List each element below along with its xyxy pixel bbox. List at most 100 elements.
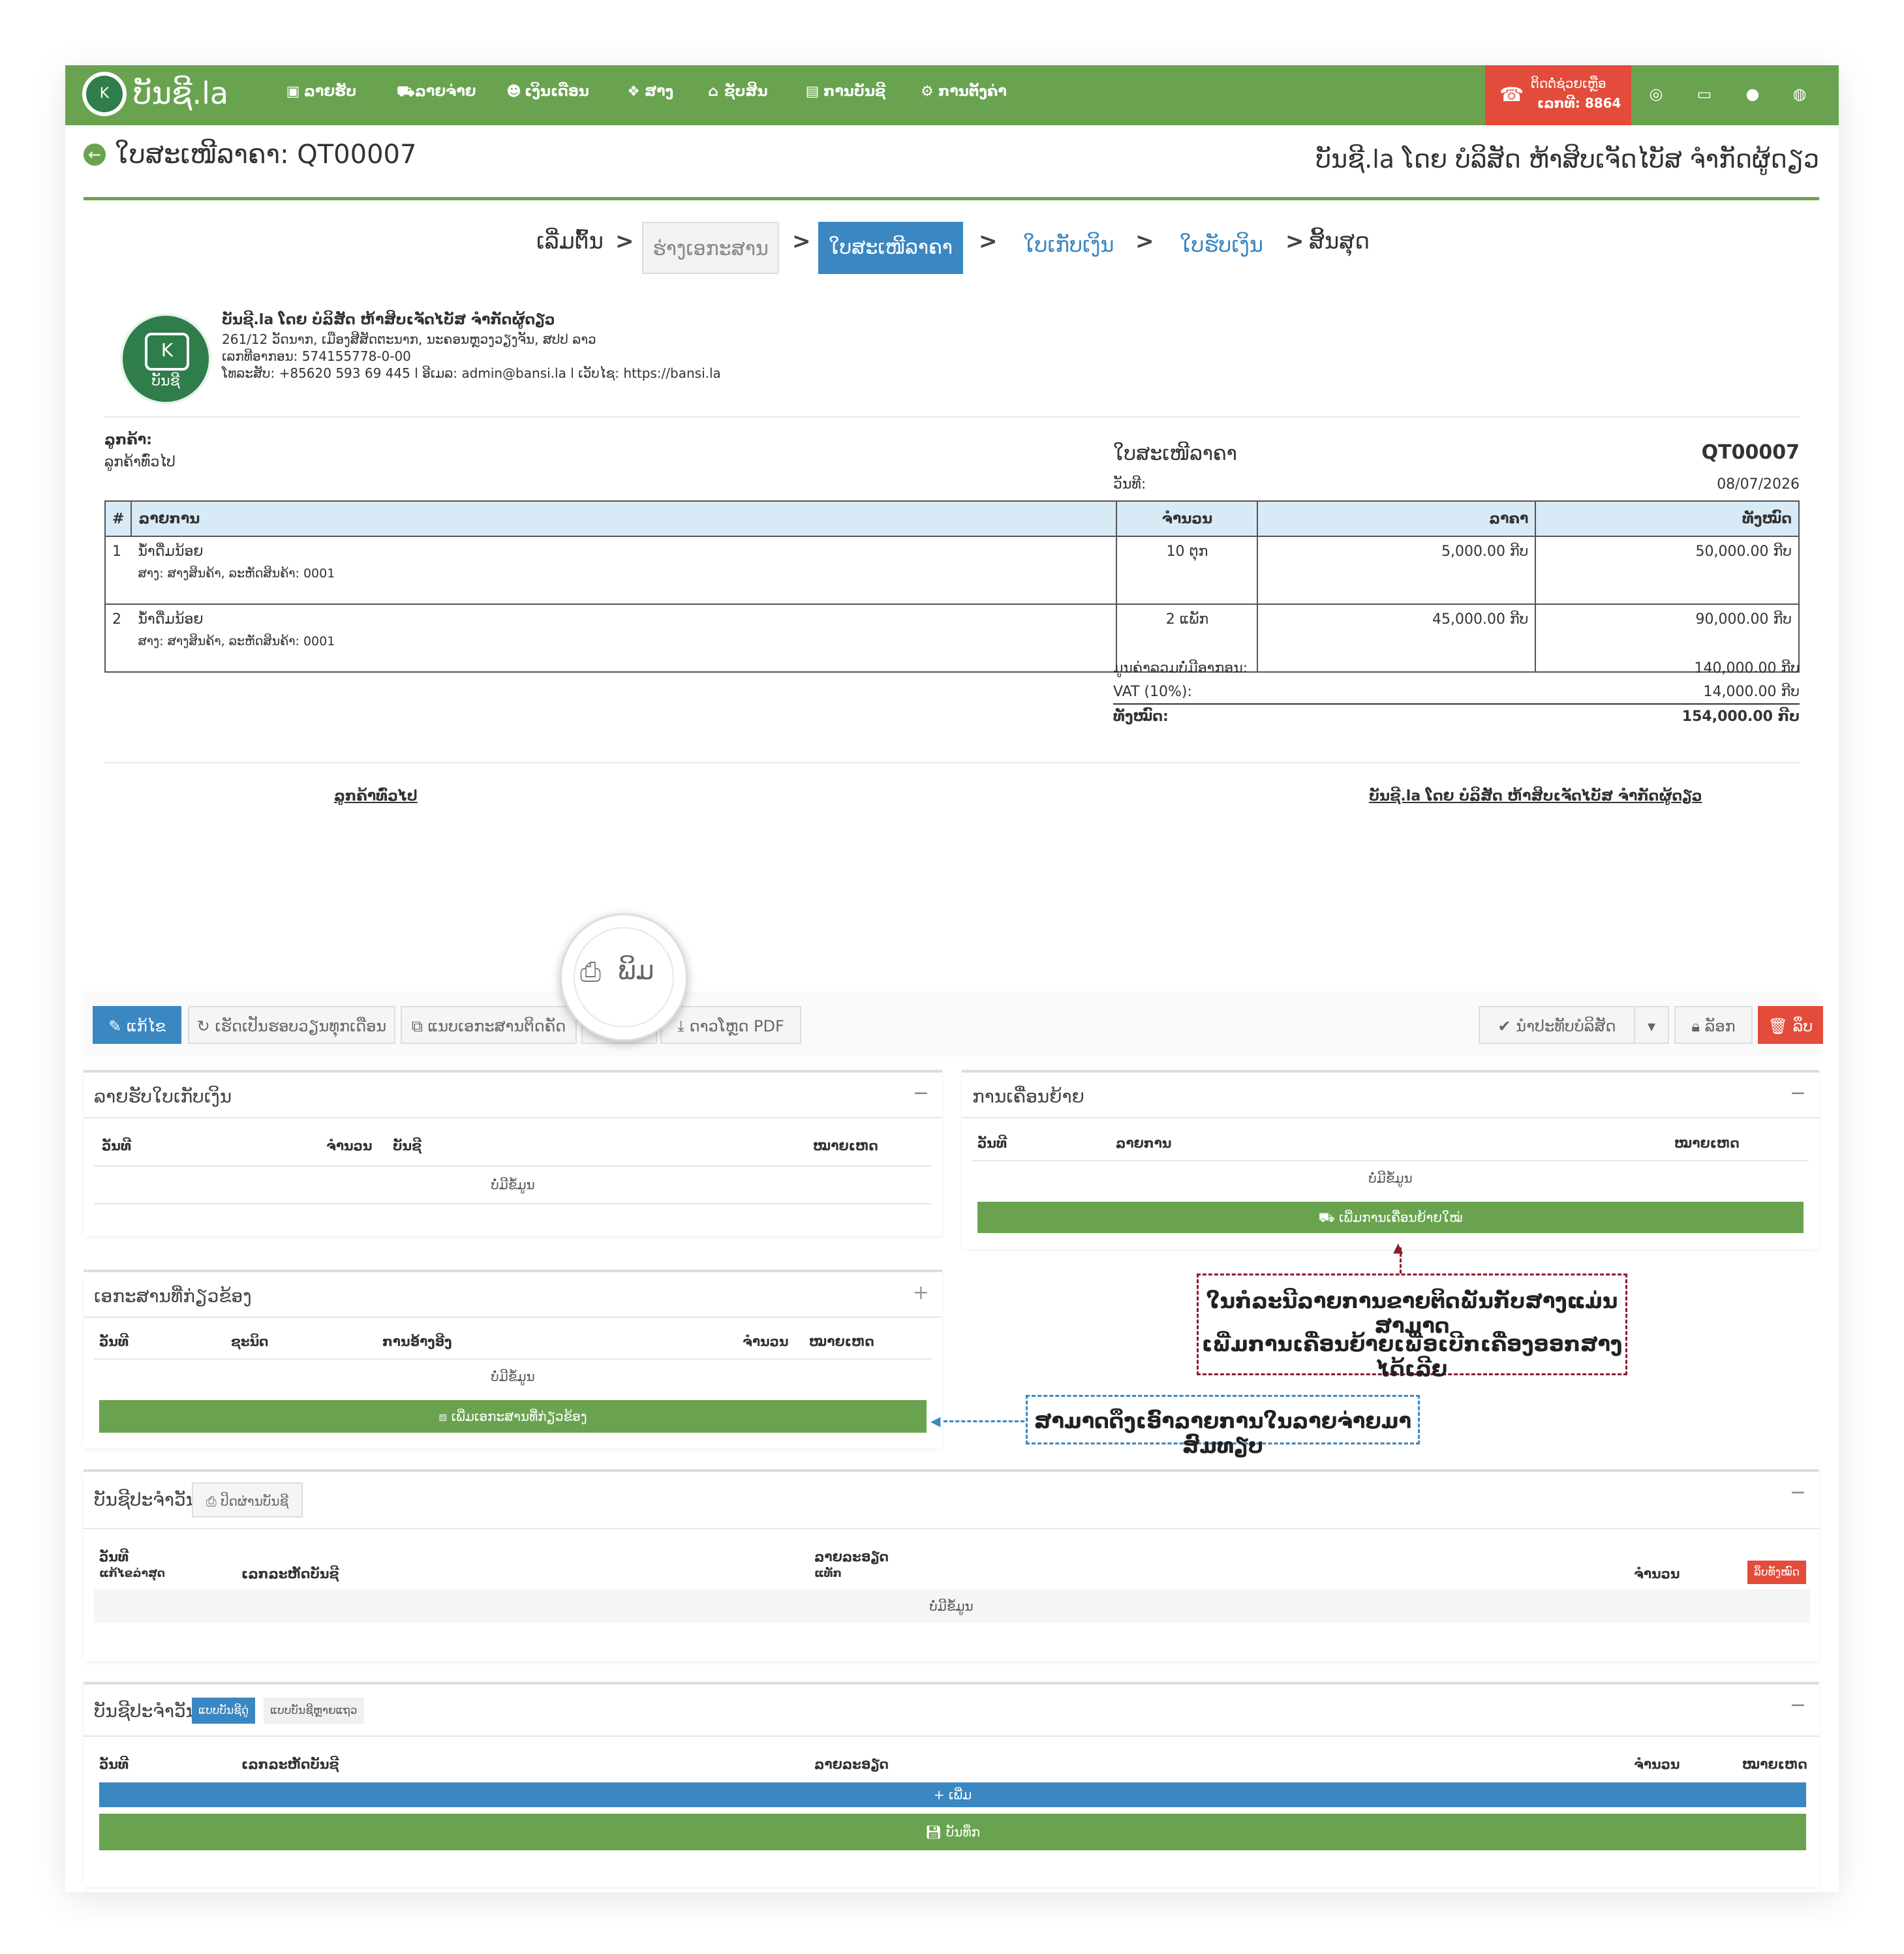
row-item: ນ້ຳດື່ມນ້ອຍ ສາງ: ສາງສິນຄ້າ, ລະຫັດສິນຄ້າ:… [131,536,1118,605]
logo-caption: ບັນຊີ [151,373,180,389]
subtotal-label: ມູນຄ່າລວມບໍ່ມີອາກອນ: [1113,660,1248,677]
vat-label: VAT (10%): [1113,684,1192,700]
add-movement-button[interactable]: ⛟ ເພີ່ມການເຄື່ອນຍ້າຍໃໝ່ [977,1202,1804,1233]
expand-icon[interactable]: + [913,1281,929,1304]
delete-all-button[interactable]: ລຶບທັງໝົດ [1747,1561,1806,1584]
signature-company: ບັນຊີ.la ໂດຍ ບໍລິສັດ ຫ້າສິບເຈັດໄບັສ ຈຳກັ… [1369,788,1702,804]
nav-settings[interactable]: ⚙ ການຕັ້ງຄ່າ [920,84,1007,100]
step-end: ສິ້ນສຸດ [1309,228,1370,254]
col-date-sub: ແກ້ໄຂລ່າສຸດ [99,1567,166,1580]
col-detail: ລາຍລະອຽດ [814,1549,889,1565]
total-value: 154,000.00 ກີບ [1681,709,1800,725]
step-draft[interactable]: ຮ່າງເອກະສານ [642,222,779,274]
add-row-button[interactable]: + ເພີ່ມ [99,1782,1806,1807]
customer-label: ລູກຄ້າ: [104,432,152,448]
attach-label: ແນບເອກະສານຕິດຄັດ [427,1017,566,1035]
col-account: ບັນຊີ [393,1138,422,1153]
income-panel: ລາຍຮັບໃບເກັບເງິນ − ວັນທີ ຈຳນວນ ບັນຊີ ໝາຍ… [84,1070,942,1236]
doc-number: QT00007 [1701,441,1800,464]
save-label: ບັນທຶກ [945,1824,980,1840]
col-account-code: ເລກລະຫັດບັນຊີ [241,1756,339,1772]
date-label: ວັນທີ: [1113,476,1146,493]
items-table: # ລາຍການ ຈຳນວນ ລາຄາ ທັງໝົດ 1 ນ້ຳດື່ມນ້ອຍ… [104,500,1800,673]
row-price: 45,000.00 ກີບ [1257,603,1537,673]
nav-expense[interactable]: ⛟ລາຍຈ່າຍ [397,84,476,102]
attach-button[interactable]: ⧉ ແນບເອກະສານຕິດຄັດ [401,1006,577,1044]
collapse-icon[interactable]: − [1790,1481,1806,1504]
download-pdf-button[interactable]: ⤓ ດາວໂຫຼດ PDF [660,1006,801,1044]
tab-multi-row[interactable]: ແບບບັນຊີຫຼາຍແຖວ [264,1698,364,1724]
nav-label: ຊັບສິນ [724,84,768,100]
nav-income[interactable]: ▣ ລາຍຮັບ [286,84,357,100]
step-start: ເລີ່ມຕົ້ນ [536,228,604,254]
collapse-icon[interactable]: − [913,1082,929,1105]
row-no: 2 [104,603,132,673]
col-date: ວັນທີ [99,1549,129,1565]
recurring-label: ເຮັດເປັນຮອບວຽນທຸກເດືອນ [215,1017,387,1035]
caret-down-icon: ▾ [1647,1017,1656,1035]
help-contact-button[interactable]: ☎ ຕິດຕໍ່ຊ່ວຍເຫຼືອ ເລກທີ: 8864 [1485,65,1631,125]
nav-accounting[interactable]: ▤ ການບັນຊີ [805,84,886,100]
save-button[interactable]: 💾︎ ບັນທຶກ [99,1814,1806,1850]
nav-payroll[interactable]: ☻ ເງິນເດືອນ [506,84,589,100]
step-invoice[interactable]: ໃບເກັບເງິນ [1023,232,1114,257]
pdf-label: ດາວໂຫຼດ PDF [689,1017,784,1035]
step-receipt[interactable]: ໃບຮັບເງິນ [1180,232,1263,257]
whatsapp-icon[interactable]: ◎ [1646,85,1666,106]
step-quotation[interactable]: ໃບສະເໜີລາຄາ [818,222,963,274]
callout-line1: ໃນກໍລະນີລາຍການຂາຍຕິດພັນກັບສາງແມ່ນສາມາດ [1206,1289,1618,1338]
print-zoom-bubble[interactable]: ⎙ ພິມ [560,913,688,1041]
row-item: ນ້ຳດື່ມນ້ອຍ ສາງ: ສາງສິນຄ້າ, ລະຫັດສິນຄ້າ:… [131,603,1118,673]
recurring-button[interactable]: ↻ ເຮັດເປັນຮອບວຽນທຸກເດືອນ [188,1006,395,1044]
lock-icon: 🔒︎ [1691,1017,1705,1035]
dropdown-toggle[interactable]: ▾ [1634,1006,1669,1044]
book-icon: ▤ [805,84,820,100]
subtotal-value: 140,000.00 ກີບ [1694,660,1800,677]
panel-title: ລາຍຮັບໃບເກັບເງິນ [94,1086,232,1107]
collapse-icon[interactable]: − [1790,1082,1806,1105]
add-related-label: ເພີ່ມເອກະສານທີ່ກ່ຽວຂ້ອງ [451,1409,587,1424]
table-header-row: # ລາຍການ ຈຳນວນ ລາຄາ ທັງໝົດ [104,500,1800,537]
edit-button[interactable]: ✎ ແກ້ໄຂ [93,1006,181,1044]
company-contact: ໂທລະສັບ: +85620 593 69 445 l ອີເມລ: admi… [222,365,721,381]
globe-icon[interactable]: ◍ [1789,85,1810,106]
card-icon[interactable]: ▭ [1694,85,1715,106]
add-related-button[interactable]: ⧈ ເພີ່ມເອກະສານທີ່ກ່ຽວຂ້ອງ [99,1400,927,1433]
tab-double-entry[interactable]: ແບບບັນຊີດູ່ [192,1698,256,1724]
col-amount: ຈຳນວນ [743,1334,789,1349]
callout-blue-connector [944,1420,1024,1422]
user-icon[interactable]: ● [1742,85,1763,106]
item-sub: ສາງ: ສາງສິນຄ້າ, ລະຫັດສິນຄ້າ: 0001 [138,634,335,649]
delete-button[interactable]: 🗑︎ ລຶບ [1758,1006,1823,1044]
delete-label: ລຶບ [1792,1017,1813,1035]
col-qty: ຈຳນວນ [1116,500,1259,537]
col-no: # [104,500,132,537]
collapse-icon[interactable]: − [1790,1694,1806,1717]
help-line1: ຕິດຕໍ່ຊ່ວຍເຫຼືອ [1531,76,1606,91]
col-note: ໝາຍເຫດ [809,1334,874,1349]
logo-icon[interactable]: K [82,72,127,116]
col-date: ວັນທີ [99,1756,129,1772]
print-journal-button[interactable]: ⎙ ປິດຜ່ານບັນຊີ [192,1482,303,1518]
callout-warehouse-note: ໃນກໍລະນີລາຍການຂາຍຕິດພັນກັບສາງແມ່ນສາມາດ ເ… [1197,1274,1627,1381]
nav-assets[interactable]: ⌂ ຊັບສິນ [706,84,768,100]
cart-icon: ⛟ [397,84,415,100]
col-price: ລາຄາ [1257,500,1537,537]
arrow-left-icon: ◀ [930,1413,941,1429]
app-window: K ບັນຊີ.la ▣ ລາຍຮັບ ⛟ລາຍຈ່າຍ ☻ ເງິນເດືອນ ❖… [65,65,1839,1892]
users-icon: ☻ [506,84,521,100]
logo-text[interactable]: ບັນຊີ.la [133,76,228,111]
col-reference: ການອ້າງອີງ [382,1334,452,1349]
lock-button[interactable]: 🔒︎ ລັອກ [1674,1006,1753,1044]
nav-label: ສາງ [645,84,674,100]
related-docs-panel: ເອກະສານທີ່ກ່ຽວຂ້ອງ + ວັນທີ ຊະນິດ ການອ້າງ… [84,1270,942,1448]
edit-label: ແກ້ໄຂ [126,1017,166,1035]
apply-company-button[interactable]: ✔ ນຳປະທັບບໍລິສັດ [1479,1006,1635,1044]
back-icon[interactable]: ← [84,144,106,166]
nav-warehouse[interactable]: ❖ ສາງ [626,84,673,100]
truck-icon: ⛟ [1318,1210,1339,1225]
divider [104,762,1800,763]
support-icon: ☎ [1499,84,1524,106]
chevron-right-icon: > [979,228,998,254]
refresh-icon: ↻ [196,1017,215,1035]
